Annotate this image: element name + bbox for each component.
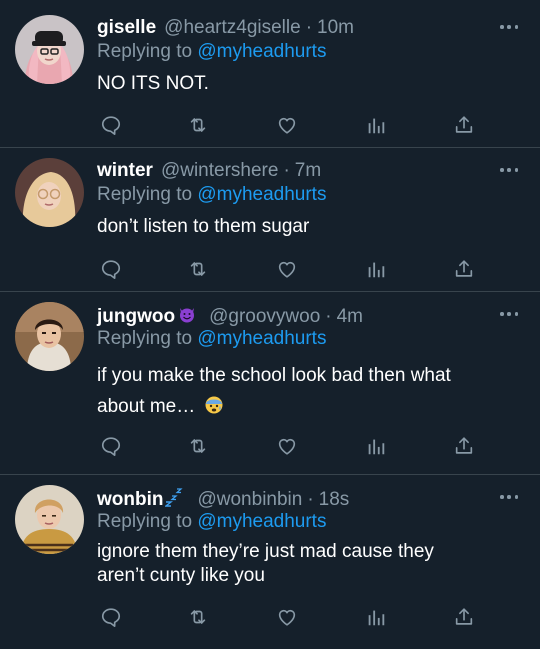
- mention-link[interactable]: @myheadhurts: [197, 328, 326, 349]
- tweet[interactable]: jungwoo @groovywoo · 4m Replying to @myh…: [0, 292, 540, 475]
- action-bar: [97, 605, 477, 629]
- timestamp[interactable]: 10m: [317, 17, 354, 39]
- display-name[interactable]: wonbin: [97, 489, 163, 511]
- tweet-header: winter @wintershere · 7m: [97, 160, 321, 182]
- handle[interactable]: @heartz4giselle: [164, 17, 301, 39]
- share-icon[interactable]: [452, 257, 476, 281]
- avatar[interactable]: [15, 485, 84, 554]
- reply-prefix: Replying to: [97, 184, 193, 205]
- action-bar: [97, 257, 477, 281]
- analytics-icon[interactable]: [364, 605, 388, 629]
- replying-to: Replying to @myheadhurts: [97, 184, 326, 206]
- retweet-icon[interactable]: [186, 605, 210, 629]
- separator: ·: [307, 489, 314, 510]
- like-icon[interactable]: [275, 605, 299, 629]
- reply-prefix: Replying to: [97, 511, 193, 532]
- separator: ·: [305, 17, 313, 38]
- anxious-face-icon: [204, 394, 224, 425]
- tweet-header: giselle @heartz4giselle · 10m: [97, 17, 354, 39]
- display-name[interactable]: winter: [97, 160, 153, 182]
- tweet-text: don’t listen to them sugar: [97, 216, 310, 237]
- tweet-header: jungwoo @groovywoo · 4m: [97, 304, 363, 330]
- replying-to: Replying to @myheadhurts: [97, 41, 326, 63]
- reply-icon[interactable]: [99, 605, 123, 629]
- avatar[interactable]: [15, 15, 84, 84]
- retweet-icon[interactable]: [186, 434, 210, 458]
- timestamp[interactable]: 7m: [295, 160, 321, 182]
- display-name[interactable]: jungwoo: [97, 306, 175, 328]
- analytics-icon[interactable]: [364, 257, 388, 281]
- separator: ·: [283, 160, 290, 181]
- reply-prefix: Replying to: [97, 328, 193, 349]
- more-options-icon[interactable]: [500, 494, 518, 500]
- more-options-icon[interactable]: [500, 167, 518, 173]
- tweet-text: NO ITS NOT.: [97, 73, 209, 94]
- tweet[interactable]: giselle @heartz4giselle · 10m Replying t…: [0, 0, 540, 148]
- avatar[interactable]: [15, 302, 84, 371]
- action-bar: [97, 113, 477, 137]
- share-icon[interactable]: [452, 113, 476, 137]
- share-icon[interactable]: [452, 434, 476, 458]
- action-bar: [97, 434, 477, 458]
- separator: ·: [325, 306, 332, 327]
- replying-to: Replying to @myheadhurts: [97, 511, 326, 533]
- reply-icon[interactable]: [99, 257, 123, 281]
- like-icon[interactable]: [275, 257, 299, 281]
- analytics-icon[interactable]: [364, 113, 388, 137]
- zzz-icon: [164, 487, 184, 513]
- reply-icon[interactable]: [99, 434, 123, 458]
- avatar[interactable]: [15, 158, 84, 227]
- tweet[interactable]: wonbin @wonbinbin · 18s Replying to @myh…: [0, 475, 540, 649]
- smiling-devil-icon: [177, 304, 197, 330]
- analytics-icon[interactable]: [364, 434, 388, 458]
- reply-prefix: Replying to: [97, 41, 193, 62]
- mention-link[interactable]: @myheadhurts: [197, 184, 326, 205]
- display-name[interactable]: giselle: [97, 17, 156, 39]
- handle[interactable]: @wonbinbin: [197, 489, 302, 511]
- handle[interactable]: @groovywoo: [209, 306, 320, 328]
- reply-feed: giselle @heartz4giselle · 10m Replying t…: [0, 0, 540, 649]
- share-icon[interactable]: [452, 605, 476, 629]
- tweet-text-content: if you make the school look bad then wha…: [97, 365, 451, 417]
- tweet-header: wonbin @wonbinbin · 18s: [97, 487, 349, 513]
- timestamp[interactable]: 4m: [337, 306, 363, 328]
- handle[interactable]: @wintershere: [161, 160, 279, 182]
- timestamp[interactable]: 18s: [319, 489, 350, 511]
- replying-to: Replying to @myheadhurts: [97, 328, 326, 350]
- mention-link[interactable]: @myheadhurts: [197, 41, 326, 62]
- more-options-icon[interactable]: [500, 24, 518, 30]
- mention-link[interactable]: @myheadhurts: [197, 511, 326, 532]
- tweet-text: ignore them they’re just mad cause they …: [97, 541, 434, 586]
- reply-icon[interactable]: [99, 113, 123, 137]
- retweet-icon[interactable]: [186, 113, 210, 137]
- like-icon[interactable]: [275, 113, 299, 137]
- tweet[interactable]: winter @wintershere · 7m Replying to @my…: [0, 148, 540, 292]
- like-icon[interactable]: [275, 434, 299, 458]
- retweet-icon[interactable]: [186, 257, 210, 281]
- more-options-icon[interactable]: [500, 311, 518, 317]
- tweet-text: if you make the school look bad then wha…: [97, 360, 502, 425]
